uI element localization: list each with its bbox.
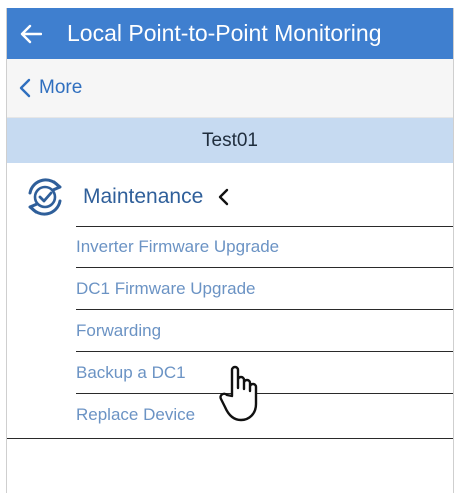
sync-check-icon: [28, 178, 62, 216]
maintenance-section-header[interactable]: Maintenance: [7, 168, 453, 226]
chevron-left-icon: [19, 78, 31, 98]
section-divider: [7, 438, 453, 439]
page-title: Local Point-to-Point Monitoring: [67, 20, 382, 46]
back-button[interactable]: [19, 22, 43, 46]
top-app-bar: Local Point-to-Point Monitoring: [7, 8, 453, 59]
more-label: More: [39, 77, 83, 98]
arrow-left-icon: [20, 24, 42, 43]
device-name: Test01: [202, 129, 258, 151]
secondary-nav-bar: More: [7, 59, 453, 118]
collapse-chevron-icon[interactable]: [217, 188, 229, 206]
menu-item-dc1-firmware-upgrade[interactable]: DC1 Firmware Upgrade: [76, 268, 453, 310]
more-back-link[interactable]: More: [19, 77, 82, 99]
section-label: Maintenance: [83, 185, 204, 208]
menu-item-inverter-firmware-upgrade[interactable]: Inverter Firmware Upgrade: [76, 226, 453, 268]
menu-item-forwarding[interactable]: Forwarding: [76, 310, 453, 352]
hand-pointer-icon: [219, 365, 258, 422]
device-name-bar: Test01: [7, 118, 453, 163]
